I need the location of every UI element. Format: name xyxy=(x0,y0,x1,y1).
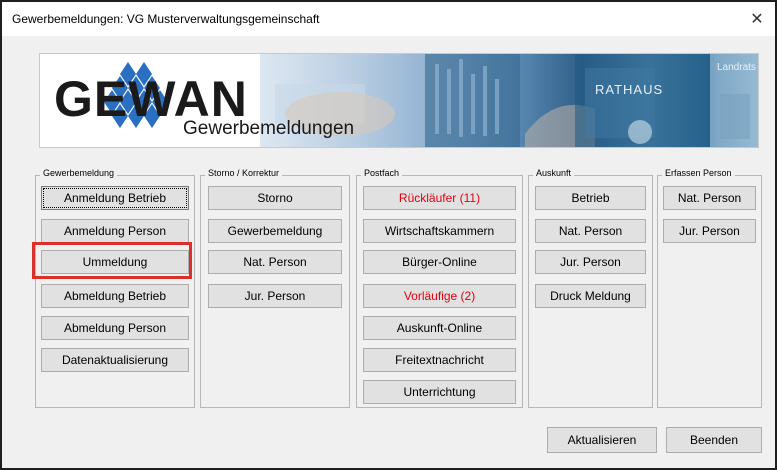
beenden-button[interactable]: Beenden xyxy=(666,427,762,453)
korrektur-gewerbemeldung-button[interactable]: Gewerbemeldung xyxy=(208,219,342,243)
wirtschaftskammern-button[interactable]: Wirtschaftskammern xyxy=(363,219,516,243)
druck-meldung-button[interactable]: Druck Meldung xyxy=(535,284,646,308)
sign-landrats: Landrats xyxy=(717,62,756,73)
sign-rathaus: RATHAUS xyxy=(595,82,664,97)
storno-button[interactable]: Storno xyxy=(208,186,342,210)
app-banner: GEWAN Gewerbemeldungen RATHAUS Landrats xyxy=(39,53,759,148)
auskunft-nat-person-button[interactable]: Nat. Person xyxy=(535,219,646,243)
erfassen-jur-person-button[interactable]: Jur. Person xyxy=(663,219,756,243)
auskunft-betrieb-button[interactable]: Betrieb xyxy=(535,186,646,210)
ruecklaeufer-button[interactable]: Rückläufer (11) xyxy=(363,186,516,210)
anmeldung-betrieb-button[interactable]: Anmeldung Betrieb xyxy=(41,186,189,210)
window-title: Gewerbemeldungen: VG Musterverwaltungsge… xyxy=(12,12,320,26)
korrektur-jur-person-button[interactable]: Jur. Person xyxy=(208,284,342,308)
buerger-online-button[interactable]: Bürger-Online xyxy=(363,250,516,274)
banner-subtitle: Gewerbemeldungen xyxy=(183,118,355,139)
erfassen-nat-person-button[interactable]: Nat. Person xyxy=(663,186,756,210)
highlight-box xyxy=(32,242,192,279)
group-legend: Storno / Korrektur xyxy=(205,168,283,178)
korrektur-nat-person-button[interactable]: Nat. Person xyxy=(208,250,342,274)
group-legend: Auskunft xyxy=(533,168,575,178)
auskunft-jur-person-button[interactable]: Jur. Person xyxy=(535,250,646,274)
anmeldung-person-button[interactable]: Anmeldung Person xyxy=(41,219,189,243)
aktualisieren-button[interactable]: Aktualisieren xyxy=(547,427,657,453)
app-window: Gewerbemeldungen: VG Musterverwaltungsge… xyxy=(0,0,777,470)
group-legend: Gewerbemeldung xyxy=(40,168,118,178)
abmeldung-person-button[interactable]: Abmeldung Person xyxy=(41,316,189,340)
group-legend: Postfach xyxy=(361,168,403,178)
abmeldung-betrieb-button[interactable]: Abmeldung Betrieb xyxy=(41,284,189,308)
title-bar: Gewerbemeldungen: VG Musterverwaltungsge… xyxy=(2,2,775,36)
unterrichtung-button[interactable]: Unterrichtung xyxy=(363,380,516,404)
close-icon[interactable]: ✕ xyxy=(745,8,769,30)
datenaktualisierung-button[interactable]: Datenaktualisierung xyxy=(41,348,189,372)
group-legend: Erfassen Person xyxy=(662,168,735,178)
auskunft-online-button[interactable]: Auskunft-Online xyxy=(363,316,516,340)
vorlaeufige-button[interactable]: Vorläufige (2) xyxy=(363,284,516,308)
freitextnachricht-button[interactable]: Freitextnachricht xyxy=(363,348,516,372)
